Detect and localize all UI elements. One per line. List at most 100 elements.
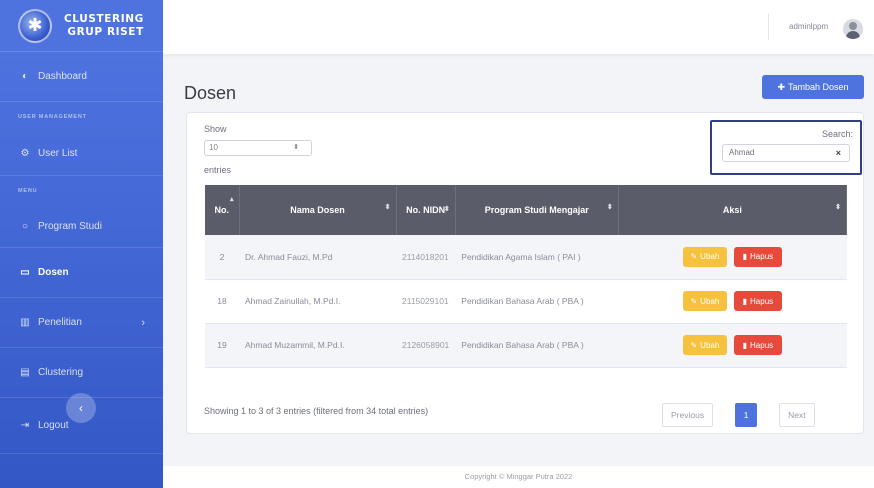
user-name[interactable]: adminlppm <box>789 22 828 31</box>
cell-prodi: Pendidikan Agama Islam ( PAI ) <box>455 235 619 280</box>
select-caret-icon: ⬍ <box>293 144 299 151</box>
topbar-divider <box>768 14 769 40</box>
search-input[interactable]: Ahmad × <box>722 144 850 162</box>
sort-icon: ⬍ <box>835 204 841 211</box>
delete-button[interactable]: ▮ Hapus <box>733 291 782 311</box>
sidebar-item-dashboard[interactable]: ◐ Dashboard <box>0 52 163 102</box>
cell-nidn: 2126058901 <box>396 323 456 368</box>
column-header-aksi[interactable]: Aksi ⬍ <box>618 185 848 235</box>
sidebar-item-clustering[interactable]: ▤ Clustering <box>0 348 163 398</box>
chart-icon: ▥ <box>20 317 30 328</box>
circle-icon: ○ <box>21 221 29 232</box>
chalkboard-icon: ▭ <box>20 267 30 278</box>
pagination: Previous 1 Next <box>662 403 815 427</box>
page-length-select[interactable]: 10 ⬍ <box>204 140 312 156</box>
sidebar-heading-user-management: USER MANAGEMENT <box>18 114 87 120</box>
delete-label: Hapus <box>750 340 774 350</box>
gear-icon: ⚙ <box>20 148 30 159</box>
column-header-label: No. NIDN <box>406 204 446 215</box>
cell-prodi: Pendidikan Bahasa Arab ( PBA ) <box>455 279 619 324</box>
user-plus-icon: ✚ <box>777 81 785 92</box>
cell-nidn: 2115029101 <box>396 279 456 324</box>
sidebar-item-label: Program Studi <box>38 221 102 232</box>
footer-copyright: Copyright © Minggar Putra 2022 <box>163 466 874 488</box>
edit-icon: ✎ <box>690 252 698 262</box>
cell-no: 18 <box>205 279 239 324</box>
avatar[interactable] <box>843 19 863 39</box>
cell-nidn: 2114018201 <box>396 235 456 280</box>
sidebar: ✱ CLUSTERING GRUP RISET ◐ Dashboard USER… <box>0 0 163 488</box>
edit-icon: ✎ <box>690 296 698 306</box>
brand-line-2: GRUP RISET <box>67 25 144 38</box>
sidebar-item-label: Dashboard <box>38 71 87 82</box>
trash-icon: ▮ <box>742 296 748 306</box>
cell-aksi: ✎ Ubah ▮ Hapus <box>618 235 847 280</box>
sidebar-item-penelitian[interactable]: ▥ Penelitian › <box>0 298 163 348</box>
sidebar-item-program-studi[interactable]: ○ Program Studi <box>0 206 163 248</box>
topbar: adminlppm <box>163 0 874 54</box>
sidebar-item-label: Clustering <box>38 367 84 378</box>
table-header-row: No. ▴ Nama Dosen ⬍ No. NIDN ⬍ Program Studi… <box>205 185 848 235</box>
column-header-label: No. <box>214 205 230 215</box>
delete-button[interactable]: ▮ Hapus <box>733 246 782 267</box>
edit-label: Ubah <box>700 252 720 262</box>
table-row: 19 Ahmad Muzammil, M.Pd.I. 2126058901 Pe… <box>205 323 847 368</box>
clear-icon[interactable]: × <box>836 145 841 161</box>
add-dosen-label: Tambah Dosen <box>788 82 849 92</box>
page-length-value: 10 <box>209 143 218 152</box>
cell-aksi: ✎ Ubah ▮ Hapus <box>618 279 847 324</box>
edit-button[interactable]: ✎ Ubah <box>682 246 727 267</box>
search-area: Search: Ahmad × <box>710 120 862 175</box>
column-header-no[interactable]: No. ▴ <box>205 185 240 235</box>
column-header-nama[interactable]: Nama Dosen ⬍ <box>239 185 397 235</box>
edit-label: Ubah <box>700 296 720 306</box>
next-page-button[interactable]: Next <box>779 403 815 427</box>
trash-icon: ▮ <box>742 252 748 262</box>
sidebar-item-label: User List <box>38 148 78 159</box>
table-info: Showing 1 to 3 of 3 entries (filtered fr… <box>204 406 429 416</box>
table-row: 18 Ahmad Zainullah, M.Pd.I. 2115029101 P… <box>205 279 847 324</box>
page-1-button[interactable]: 1 <box>735 403 758 427</box>
sort-icon: ▴ <box>229 196 234 203</box>
search-label: Search: <box>821 129 853 139</box>
page-title: Dosen <box>184 83 237 103</box>
brand-line-1: CLUSTERING <box>64 12 144 25</box>
sidebar-item-dosen[interactable]: ▭ Dosen <box>0 248 163 298</box>
sort-icon: ⬍ <box>606 204 613 211</box>
sidebar-brand[interactable]: ✱ CLUSTERING GRUP RISET <box>0 0 163 52</box>
brand-title: CLUSTERING GRUP RISET <box>64 13 144 39</box>
cell-prodi: Pendidikan Bahasa Arab ( PBA ) <box>455 323 619 368</box>
cell-nama: Dr. Ahmad Fauzi, M.Pd <box>239 235 396 280</box>
sidebar-toggle-button[interactable]: ‹ <box>66 393 96 423</box>
brand-logo-icon: ✱ <box>18 8 52 43</box>
edit-button[interactable]: ✎ Ubah <box>682 335 727 355</box>
column-header-label: Program Studi Mengajar <box>484 205 589 215</box>
edit-button[interactable]: ✎ Ubah <box>682 291 727 311</box>
add-dosen-button[interactable]: ✚ Tambah Dosen <box>762 75 864 99</box>
delete-label: Hapus <box>750 296 774 306</box>
edit-label: Ubah <box>700 340 720 350</box>
cell-nama: Ahmad Zainullah, M.Pd.I. <box>239 279 396 324</box>
sidebar-heading-menu: MENU <box>18 188 38 194</box>
dashboard-icon: ◐ <box>21 71 29 82</box>
previous-page-button[interactable]: Previous <box>662 403 714 427</box>
sort-icon: ⬍ <box>443 206 450 213</box>
chevron-right-icon: › <box>141 316 145 329</box>
sidebar-item-label: Penelitian <box>38 317 82 328</box>
chevron-left-icon: ‹ <box>79 401 83 415</box>
sort-icon: ⬍ <box>384 204 391 211</box>
logout-icon: ⇥ <box>20 420 30 431</box>
delete-button[interactable]: ▮ Hapus <box>733 335 782 355</box>
show-label: Show <box>204 124 227 134</box>
sidebar-item-label: Logout <box>38 420 69 431</box>
column-header-label: Nama Dosen <box>290 205 345 215</box>
table-row: 2 Dr. Ahmad Fauzi, M.Pd 2114018201 Pendi… <box>205 235 847 280</box>
dosen-table: No. ▴ Nama Dosen ⬍ No. NIDN ⬍ Program Studi… <box>205 185 848 368</box>
cell-aksi: ✎ Ubah ▮ Hapus <box>618 323 847 368</box>
sidebar-item-label: Dosen <box>38 267 69 278</box>
search-value: Ahmad <box>729 148 755 157</box>
sidebar-item-user-list[interactable]: ⚙ User List <box>0 132 163 176</box>
column-header-prodi[interactable]: Program Studi Mengajar ⬍ <box>455 185 619 235</box>
cell-nama: Ahmad Muzammil, M.Pd.I. <box>239 323 396 368</box>
column-header-nidn[interactable]: No. NIDN ⬍ <box>396 185 456 235</box>
